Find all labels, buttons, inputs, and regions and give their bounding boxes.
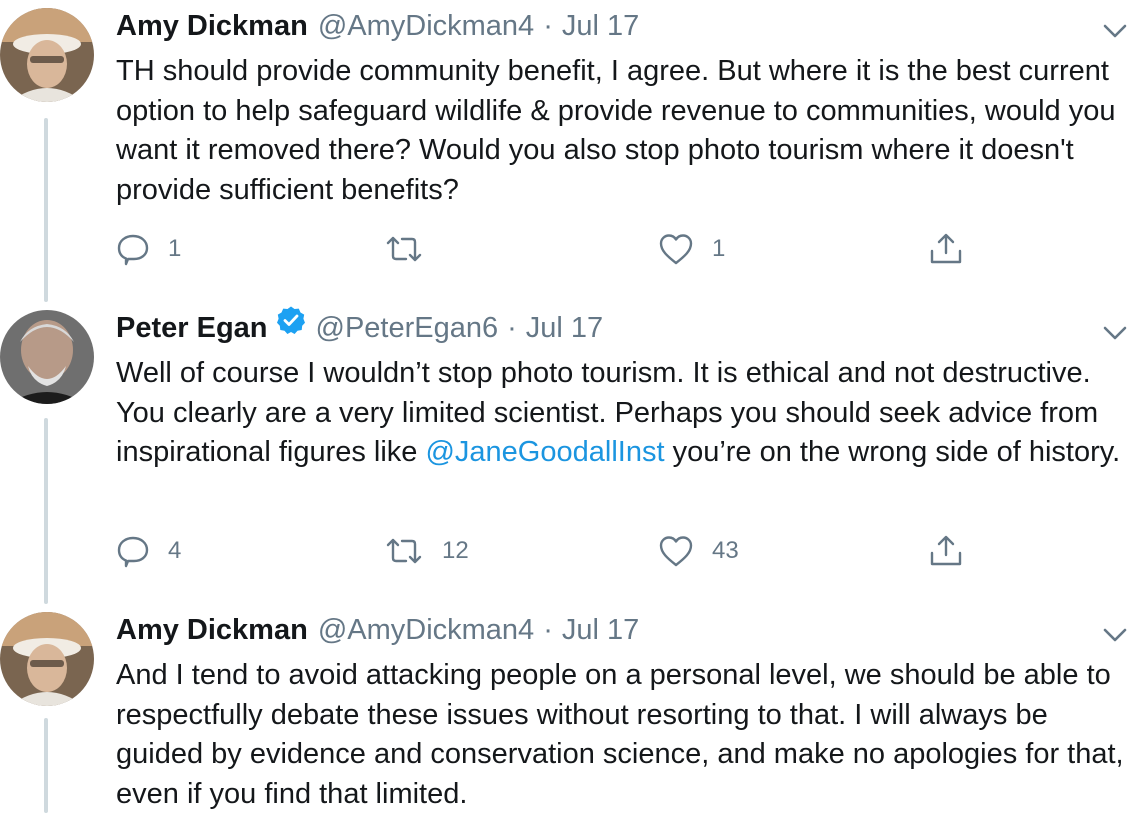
tweet-date[interactable]: Jul 17 xyxy=(526,312,603,344)
share-icon xyxy=(928,231,964,267)
tweet-date[interactable]: Jul 17 xyxy=(562,10,639,42)
retweet-button[interactable] xyxy=(384,229,442,269)
avatar-image xyxy=(0,612,94,706)
tweet[interactable]: Amy Dickman @AmyDickman4 · Jul 17 And I ten… xyxy=(0,604,1140,813)
reply-count: 4 xyxy=(168,537,182,564)
avatar-image xyxy=(0,310,94,404)
user-handle[interactable]: @AmyDickman4 xyxy=(318,10,534,42)
separator-dot: · xyxy=(507,312,517,344)
user-handle[interactable]: @PeterEgan6 xyxy=(316,312,499,344)
heart-icon xyxy=(658,534,694,568)
share-button[interactable] xyxy=(928,229,964,269)
avatar-image xyxy=(0,8,94,102)
reply-icon xyxy=(116,232,150,266)
like-count: 43 xyxy=(712,537,739,564)
chevron-down-icon[interactable] xyxy=(1098,14,1132,48)
tweet-header: Amy Dickman @AmyDickman4 · Jul 17 xyxy=(116,604,639,656)
share-button[interactable] xyxy=(928,531,964,571)
like-count: 1 xyxy=(712,235,726,262)
display-name[interactable]: Amy Dickman xyxy=(116,614,308,646)
tweet-actions: 4 12 43 xyxy=(116,531,1016,571)
reply-count: 1 xyxy=(168,235,182,262)
retweet-icon xyxy=(384,534,424,568)
display-name[interactable]: Amy Dickman xyxy=(116,10,308,42)
chevron-down-icon[interactable] xyxy=(1098,316,1132,350)
tweet-text: And I tend to avoid attacking people on … xyxy=(116,659,1124,810)
retweet-button[interactable]: 12 xyxy=(384,531,469,571)
tweet-date[interactable]: Jul 17 xyxy=(562,614,639,646)
verified-badge-icon xyxy=(276,300,306,352)
reply-button[interactable]: 1 xyxy=(116,229,181,269)
tweet-text-part: you’re on the wrong side of history. xyxy=(664,436,1121,468)
separator-dot: · xyxy=(543,614,553,646)
tweet-text: TH should provide community benefit, I a… xyxy=(116,55,1116,206)
separator-dot: · xyxy=(543,10,553,42)
tweet[interactable]: Amy Dickman @AmyDickman4 · Jul 17 TH should… xyxy=(0,0,1140,290)
retweet-icon xyxy=(384,232,424,266)
display-name[interactable]: Peter Egan xyxy=(116,312,268,344)
heart-icon xyxy=(658,232,694,266)
reply-button[interactable]: 4 xyxy=(116,531,181,571)
avatar[interactable] xyxy=(0,8,94,102)
share-icon xyxy=(928,533,964,569)
reply-icon xyxy=(116,534,150,568)
chevron-down-icon[interactable] xyxy=(1098,618,1132,652)
avatar[interactable] xyxy=(0,612,94,706)
tweet[interactable]: Peter Egan @PeterEgan6 · Jul 17 Well of cou… xyxy=(0,302,1140,592)
tweet-header: Amy Dickman @AmyDickman4 · Jul 17 xyxy=(116,0,639,52)
mention-link[interactable]: @JaneGoodallInst xyxy=(425,436,664,468)
like-button[interactable]: 1 xyxy=(658,229,725,269)
tweet-text: Well of course I wouldn’t stop photo tou… xyxy=(116,354,1136,473)
like-button[interactable]: 43 xyxy=(658,531,739,571)
tweet-actions: 1 1 xyxy=(116,229,1016,269)
tweet-header: Peter Egan @PeterEgan6 · Jul 17 xyxy=(116,302,603,354)
retweet-count: 12 xyxy=(442,537,469,564)
user-handle[interactable]: @AmyDickman4 xyxy=(318,614,534,646)
avatar[interactable] xyxy=(0,310,94,404)
